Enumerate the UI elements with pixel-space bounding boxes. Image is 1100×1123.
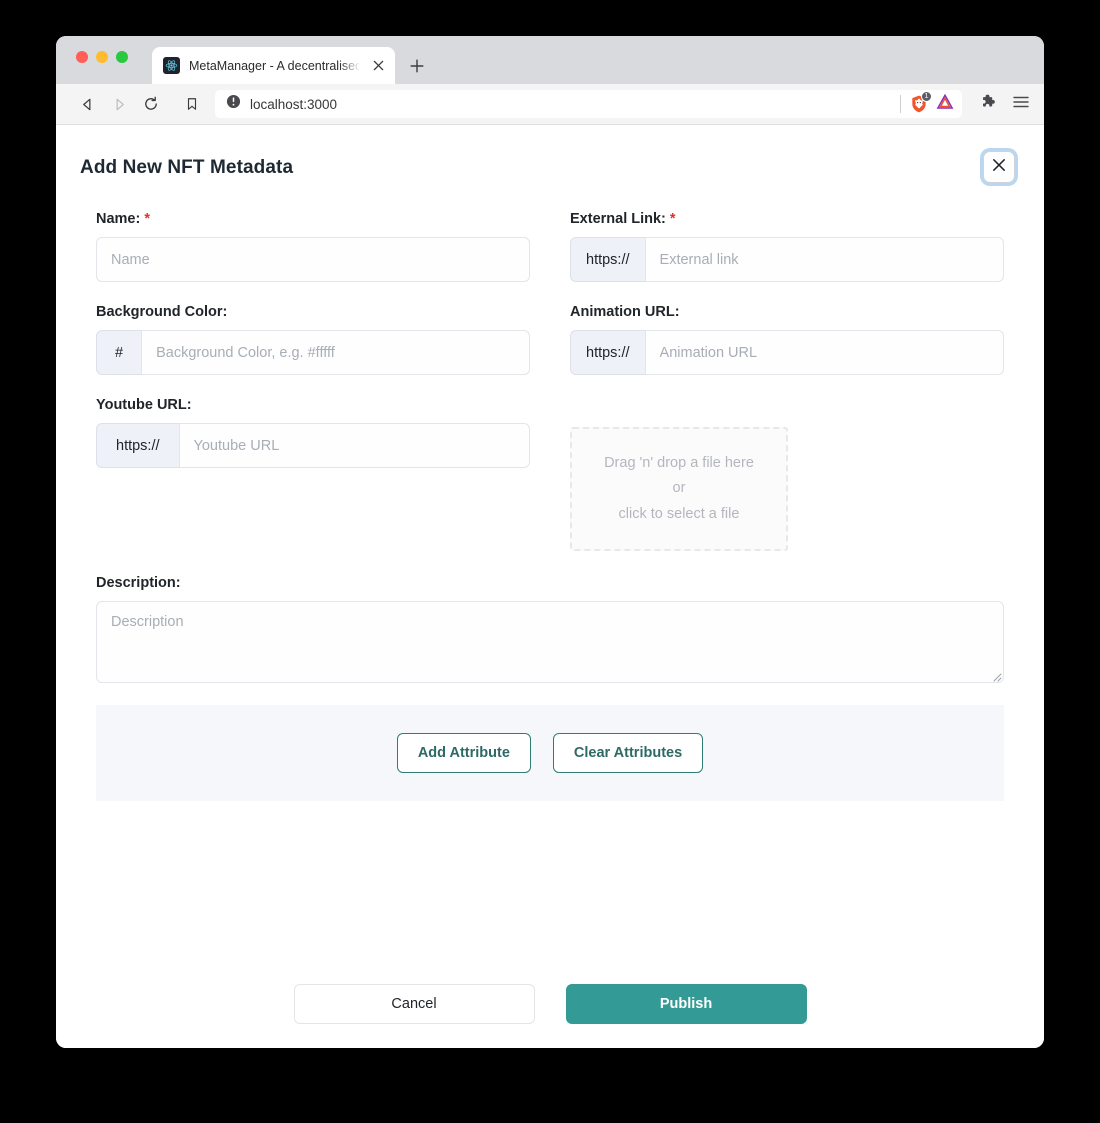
window-minimize-button[interactable]	[96, 51, 108, 63]
dropzone-line-3: click to select a file	[618, 505, 740, 522]
youtube-url-input-group: https://	[96, 423, 530, 468]
puzzle-piece-icon[interactable]	[980, 93, 998, 116]
youtube-url-input[interactable]	[178, 423, 530, 468]
modal-footer: Cancel Publish	[56, 984, 1044, 1024]
window-close-button[interactable]	[76, 51, 88, 63]
cancel-button[interactable]: Cancel	[293, 984, 535, 1024]
modal-header: Add New NFT Metadata	[56, 125, 1044, 183]
bookmark-icon[interactable]	[177, 89, 207, 119]
page-title: Add New NFT Metadata	[80, 157, 294, 178]
field-animation-url: Animation URL: https://	[570, 304, 1004, 375]
external-link-input-group: https://	[570, 237, 1004, 282]
browser-tab-title: MetaManager - A decentralised	[189, 58, 360, 73]
external-link-prefix: https://	[570, 237, 645, 282]
animation-url-label: Animation URL:	[570, 304, 680, 320]
toolbar-right-actions	[980, 93, 1030, 116]
field-description: Description:	[96, 575, 1004, 683]
external-link-required-marker: *	[669, 211, 676, 227]
brave-shield-lion-icon[interactable]: 1	[909, 91, 932, 114]
animation-url-input[interactable]	[644, 330, 1004, 375]
background-color-input-group: #	[96, 330, 530, 375]
browser-tab-strip: MetaManager - A decentralised	[56, 36, 1044, 84]
external-link-label: External Link: *	[570, 211, 1004, 227]
youtube-url-label: Youtube URL:	[96, 397, 192, 413]
browser-toolbar: localhost:3000 1	[56, 84, 1044, 125]
brave-triangle-logo-icon[interactable]	[936, 93, 954, 116]
youtube-url-prefix: https://	[96, 423, 179, 468]
background-color-label: Background Color:	[96, 304, 228, 320]
window-maximize-button[interactable]	[116, 51, 128, 63]
external-link-label-text: External Link:	[570, 211, 666, 227]
react-logo-icon	[163, 57, 180, 74]
hamburger-menu-icon[interactable]	[1012, 93, 1030, 116]
tab-close-icon[interactable]	[369, 57, 387, 75]
shield-block-count-badge: 1	[921, 91, 932, 102]
page-content: Add New NFT Metadata Name: * Name Extern…	[56, 125, 1044, 1048]
metadata-form: Name: * External Link: * https://	[56, 183, 1044, 801]
background-color-prefix: #	[96, 330, 142, 375]
url-bar-actions: 1	[900, 91, 954, 116]
external-link-input[interactable]	[644, 237, 1004, 282]
browser-tab[interactable]: MetaManager - A decentralised	[152, 47, 395, 84]
reload-icon[interactable]	[136, 89, 166, 119]
dropzone-line-1: Drag 'n' drop a file here	[604, 455, 754, 472]
field-name: Name: *	[96, 211, 530, 282]
background-color-input[interactable]	[141, 330, 530, 375]
field-background-color: Background Color: #	[96, 304, 530, 375]
name-label: Name: *	[96, 211, 530, 227]
description-textarea[interactable]	[96, 601, 1004, 683]
form-grid: Name: * External Link: * https://	[96, 211, 1004, 573]
name-input-group	[96, 237, 530, 282]
name-input[interactable]	[96, 237, 530, 282]
new-tab-button[interactable]	[403, 52, 431, 80]
url-bar[interactable]: localhost:3000 1	[215, 90, 962, 118]
file-dropzone[interactable]: Drag 'n' drop a file here or click to se…	[570, 427, 788, 551]
back-arrow-icon[interactable]	[72, 89, 102, 119]
window-traffic-lights	[76, 51, 128, 63]
attributes-panel: Add Attribute Clear Attributes	[96, 705, 1004, 801]
field-youtube-url: Youtube URL: https://	[96, 397, 530, 551]
animation-url-prefix: https://	[570, 330, 645, 375]
dropzone-line-2: or	[672, 480, 686, 497]
clear-attributes-button[interactable]: Clear Attributes	[552, 733, 704, 773]
not-secure-info-icon[interactable]	[226, 94, 241, 114]
name-label-text: Name:	[96, 211, 141, 227]
name-required-marker: *	[144, 211, 151, 227]
animation-url-input-group: https://	[570, 330, 1004, 375]
close-icon	[992, 158, 1006, 177]
forward-arrow-icon[interactable]	[104, 89, 134, 119]
url-text: localhost:3000	[250, 96, 338, 112]
modal-close-button[interactable]	[983, 151, 1015, 183]
field-external-link: External Link: * https://	[570, 211, 1004, 282]
browser-window: MetaManager - A decentralised localhost:…	[56, 36, 1044, 1048]
field-file-dropzone: Drag 'n' drop a file here or click to se…	[570, 397, 1004, 551]
description-label: Description:	[96, 575, 181, 591]
description-wrap	[96, 601, 1004, 683]
add-attribute-button[interactable]: Add Attribute	[396, 733, 531, 773]
publish-button[interactable]: Publish	[565, 984, 807, 1024]
